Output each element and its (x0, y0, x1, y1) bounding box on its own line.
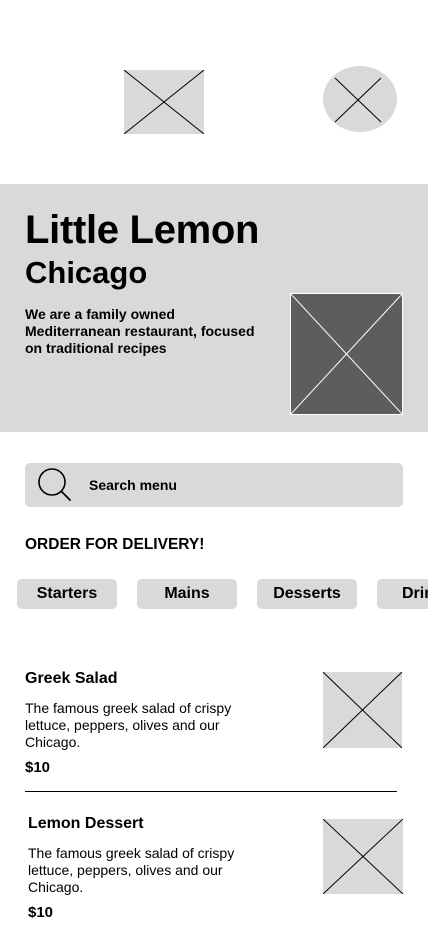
logo-placeholder (124, 70, 204, 134)
category-starters[interactable]: Starters (17, 579, 117, 609)
hero-section: Little Lemon Chicago We are a family own… (0, 184, 428, 432)
menu-item-price: $10 (25, 759, 51, 776)
menu-item-price: $10 (28, 904, 54, 921)
profile-avatar[interactable] (323, 66, 397, 132)
menu-item-description: The famous greek salad of crispy lettuce… (28, 845, 235, 895)
hero-image-placeholder (290, 293, 403, 415)
menu-item-name[interactable]: Lemon Dessert (28, 814, 144, 834)
search-input[interactable] (89, 473, 379, 497)
menu-item-name[interactable]: Greek Salad (25, 669, 118, 689)
category-mains[interactable]: Mains (137, 579, 237, 609)
menu-item-image-placeholder[interactable] (323, 672, 402, 748)
menu-item-image-placeholder[interactable] (323, 819, 403, 894)
hero-description: We are a family owned Mediterranean rest… (25, 306, 255, 356)
category-desserts[interactable]: Desserts (257, 579, 357, 609)
restaurant-name: Little Lemon (25, 208, 260, 252)
menu-divider (25, 791, 397, 792)
search-bar[interactable] (25, 463, 403, 507)
menu-item-description: The famous greek salad of crispy lettuce… (25, 700, 232, 750)
restaurant-city: Chicago (25, 255, 148, 290)
category-drinks[interactable]: Drinks (377, 579, 428, 609)
order-heading: ORDER FOR DELIVERY! (25, 536, 205, 553)
search-icon[interactable] (35, 465, 75, 505)
